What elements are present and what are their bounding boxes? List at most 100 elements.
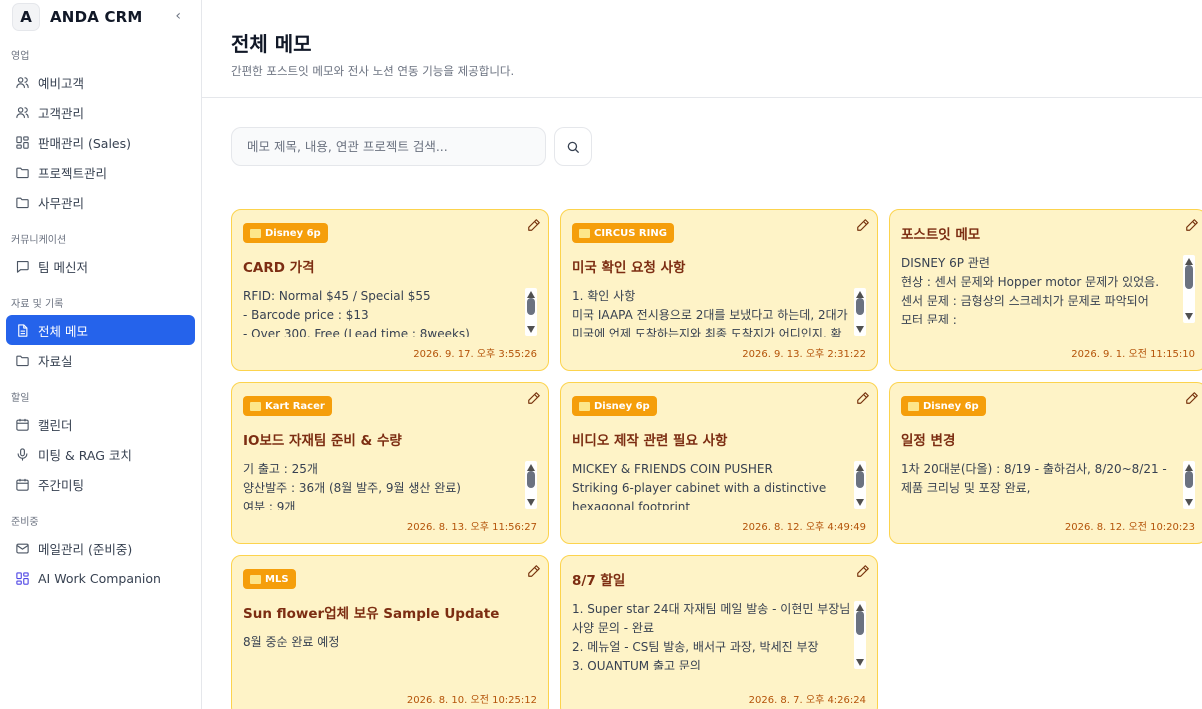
memo-scrollbar[interactable] [525, 461, 537, 509]
sidebar-item-3-1[interactable]: 미팅 & RAG 코치 [6, 439, 195, 469]
sidebar-item-4-1[interactable]: AI Work Companion [6, 563, 195, 593]
scroll-up-icon[interactable] [856, 291, 864, 298]
sidebar-item-label: 미팅 & RAG 코치 [38, 447, 132, 463]
memo-body: 8월 중순 완료 예정 [243, 633, 522, 683]
project-tag[interactable]: MLS [243, 569, 296, 589]
sidebar-item-0-0[interactable]: 예비고객 [6, 67, 195, 97]
memo-date: 2026. 8. 7. 오후 4:26:24 [748, 695, 866, 706]
section-label: 자료 및 기록 [11, 299, 64, 310]
memo-card[interactable]: Disney 6p 비디오 제작 관련 필요 사항 MICKEY & FRIENDS… [560, 382, 878, 544]
project-tag-label: CIRCUS RING [594, 227, 667, 239]
memo-card[interactable]: 포스트잇 메모 DISNEY 6P 관련 현상 : 센서 문제와 Hopper mo… [889, 209, 1202, 371]
memo-line: 제품 크리닝 및 포장 완료, [901, 481, 1031, 495]
scroll-up-icon[interactable] [856, 464, 864, 471]
memo-title: CARD 가격 [243, 260, 315, 276]
edit-icon[interactable] [1185, 218, 1199, 232]
scroll-thumb[interactable] [527, 471, 535, 488]
scroll-down-icon[interactable] [856, 326, 864, 333]
folder-icon [14, 352, 30, 368]
memo-scrollbar[interactable] [1183, 255, 1195, 323]
scroll-thumb[interactable] [1185, 265, 1193, 289]
sidebar-item-0-2[interactable]: 판매관리 (Sales) [6, 127, 195, 157]
scroll-down-icon[interactable] [1185, 313, 1193, 320]
memo-line: 미국에 언제 도착하는지와 최종 도착지가 어디인지, 확 [572, 327, 842, 337]
scroll-up-icon[interactable] [527, 464, 535, 471]
sidebar-item-3-2[interactable]: 주간미팅 [6, 469, 195, 499]
memo-card[interactable]: MLS Sun flower업체 보유 Sample Update 8월 중순 완료… [231, 555, 549, 709]
edit-icon[interactable] [527, 391, 541, 405]
memo-line: 센서 문제 : 금형상의 스크레치가 문제로 파악되어 [901, 294, 1149, 308]
scroll-down-icon[interactable] [527, 326, 535, 333]
sidebar-item-1-0[interactable]: 팀 메신저 [6, 251, 195, 281]
scroll-thumb[interactable] [856, 611, 864, 635]
project-tag[interactable]: CIRCUS RING [572, 223, 674, 243]
project-tag[interactable]: Disney 6p [572, 396, 657, 416]
message-icon [14, 258, 30, 274]
search-input[interactable] [231, 127, 546, 166]
scroll-thumb[interactable] [856, 298, 864, 315]
memo-card[interactable]: Disney 6p CARD 가격 RFID: Normal $45 / Speci… [231, 209, 549, 371]
edit-icon[interactable] [856, 564, 870, 578]
edit-icon[interactable] [856, 218, 870, 232]
mail-icon [14, 540, 30, 556]
memo-card[interactable]: CIRCUS RING 미국 확인 요청 사항 1. 확인 사항 미국 IAAPA 전… [560, 209, 878, 371]
memo-scrollbar[interactable] [854, 288, 866, 336]
project-tag[interactable]: Kart Racer [243, 396, 332, 416]
sidebar-item-4-0[interactable]: 메일관리 (준비중) [6, 533, 195, 563]
edit-icon[interactable] [527, 564, 541, 578]
search-button[interactable] [554, 127, 592, 166]
memo-line: 기 출고 : 25개 [243, 462, 318, 476]
edit-icon[interactable] [527, 218, 541, 232]
sidebar-item-3-0[interactable]: 캘린더 [6, 409, 195, 439]
memo-line: Striking 6-player cabinet with a distinc… [572, 481, 827, 495]
scroll-thumb[interactable] [527, 298, 535, 315]
memo-scrollbar[interactable] [854, 461, 866, 509]
brand: A ANDA CRM [0, 0, 201, 34]
sidebar-item-2-1[interactable]: 자료실 [6, 345, 195, 375]
memo-scrollbar[interactable] [525, 288, 537, 336]
scroll-thumb[interactable] [1185, 471, 1193, 488]
edit-icon[interactable] [1185, 391, 1199, 405]
memo-line: 사양 문의 - 완료 [572, 621, 655, 635]
memo-line: DISNEY 6P 관련 [901, 256, 990, 270]
project-tag[interactable]: Disney 6p [901, 396, 986, 416]
memo-line: 여분 : 9개 [243, 500, 296, 510]
collapse-sidebar-icon[interactable]: ‹ [175, 8, 181, 24]
memo-line: 현상 : 센서 문제와 Hopper motor 문제가 있었음. [901, 275, 1160, 289]
memo-line: 양산발주 : 36개 (8월 발주, 9월 생산 완료) [243, 481, 461, 495]
section-label: 준비중 [11, 517, 39, 528]
memo-line: 1. Super star 24대 자재팀 메일 발송 - 이현민 부장님 [572, 602, 851, 616]
scroll-up-icon[interactable] [1185, 258, 1193, 265]
memo-line: RFID: Normal $45 / Special $55 [243, 289, 431, 303]
sidebar-item-label: 사무관리 [38, 195, 85, 211]
sidebar-item-label: 캘린더 [38, 417, 73, 433]
memo-card[interactable]: Kart Racer IO보드 자재팀 준비 & 수량 기 출고 : 25개 양산발주… [231, 382, 549, 544]
memo-line: 3. QUANTUM 출고 문의 [572, 659, 701, 670]
search-bar [231, 127, 592, 166]
sidebar-item-0-4[interactable]: 사무관리 [6, 187, 195, 217]
project-tag[interactable]: Disney 6p [243, 223, 328, 243]
scroll-down-icon[interactable] [856, 659, 864, 666]
memo-scrollbar[interactable] [1183, 461, 1195, 509]
memo-card[interactable]: 8/7 할일 1. Super star 24대 자재팀 메일 발송 - 이현민 … [560, 555, 878, 709]
sidebar-nav: 영업 예비고객 고객관리 판매관리 (Sales) 프로젝트관리 사무관리 커뮤니케이션 팀 … [0, 47, 201, 593]
memo-body: 1. Super star 24대 자재팀 메일 발송 - 이현민 부장님사양 … [572, 600, 851, 670]
scroll-down-icon[interactable] [856, 499, 864, 506]
scroll-up-icon[interactable] [527, 291, 535, 298]
scroll-up-icon[interactable] [856, 604, 864, 611]
edit-icon[interactable] [856, 391, 870, 405]
sidebar-item-2-0[interactable]: 전체 메모 [6, 315, 195, 345]
memo-scrollbar[interactable] [854, 601, 866, 669]
sidebar-item-0-3[interactable]: 프로젝트관리 [6, 157, 195, 187]
scroll-thumb[interactable] [856, 471, 864, 488]
section-label: 영업 [11, 51, 30, 62]
memo-body: 1차 20대분(다올) : 8/19 - 출하검사, 8/20~8/21 - 제품… [901, 460, 1180, 510]
scroll-down-icon[interactable] [1185, 499, 1193, 506]
scroll-down-icon[interactable] [527, 499, 535, 506]
memo-title: 일정 변경 [901, 433, 956, 449]
memo-card[interactable]: Disney 6p 일정 변경 1차 20대분(다올) : 8/19 - 출하검사,… [889, 382, 1202, 544]
sidebar-item-label: 예비고객 [38, 75, 85, 91]
memo-line: MICKEY & FRIENDS COIN PUSHER [572, 462, 773, 476]
scroll-up-icon[interactable] [1185, 464, 1193, 471]
sidebar-item-0-1[interactable]: 고객관리 [6, 97, 195, 127]
